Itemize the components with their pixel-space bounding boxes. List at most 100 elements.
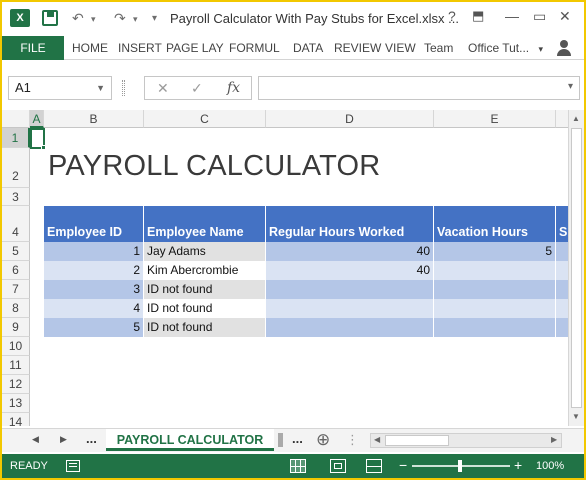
header-vacation-hours[interactable]: Vacation Hours xyxy=(434,206,556,242)
vacation-hours-cell[interactable] xyxy=(434,261,556,280)
add-sheet-icon[interactable]: ⊕ xyxy=(316,430,330,450)
row-header-12[interactable]: 12 xyxy=(2,375,30,394)
select-all-corner[interactable] xyxy=(2,110,30,128)
zoom-out-icon[interactable]: − xyxy=(399,457,407,473)
employee-name-cell[interactable]: ID not found xyxy=(144,299,266,318)
row-header-4[interactable]: 4 xyxy=(2,206,30,242)
zoom-slider-thumb[interactable] xyxy=(458,460,462,472)
employee-id-cell[interactable]: 3 xyxy=(44,280,144,299)
tab-file[interactable]: FILE xyxy=(2,36,64,60)
name-box[interactable]: A1 ▼ xyxy=(8,76,112,100)
close-button[interactable]: ✕ xyxy=(559,8,571,25)
minimize-button[interactable]: — xyxy=(505,8,519,24)
row-header-8[interactable]: 8 xyxy=(2,299,30,318)
undo-icon[interactable]: ↶ xyxy=(72,10,84,27)
zoom-level[interactable]: 100% xyxy=(536,460,564,472)
header-employee-id[interactable]: Employee ID xyxy=(44,206,144,242)
scrollbar-thumb[interactable] xyxy=(571,128,582,408)
column-header-b[interactable]: B xyxy=(44,110,144,128)
employee-id-cell[interactable]: 1 xyxy=(44,242,144,261)
row-header-2[interactable]: 2 xyxy=(2,148,30,188)
macro-recording-icon[interactable] xyxy=(66,460,80,472)
split-handle-icon[interactable]: ⋮ xyxy=(346,432,359,448)
row-header-7[interactable]: 7 xyxy=(2,280,30,299)
column-header-a[interactable]: A xyxy=(30,110,44,128)
page-layout-view-icon[interactable] xyxy=(330,459,346,473)
tab-insert[interactable]: INSERT xyxy=(118,36,162,60)
cancel-icon[interactable]: ✕ xyxy=(157,80,169,97)
horizontal-scrollbar[interactable]: ◀ ▶ xyxy=(370,433,562,448)
scroll-left-icon[interactable]: ◀ xyxy=(374,435,380,444)
regular-hours-cell[interactable] xyxy=(266,318,434,337)
tab-formulas[interactable]: FORMUL xyxy=(229,36,280,60)
tab-review[interactable]: REVIEW xyxy=(334,36,381,60)
vacation-hours-cell[interactable]: 5 xyxy=(434,242,556,261)
column-header-c[interactable]: C xyxy=(144,110,266,128)
tab-data[interactable]: DATA xyxy=(293,36,323,60)
tab-view[interactable]: VIEW xyxy=(385,36,416,60)
expand-formula-bar-icon[interactable]: ▾ xyxy=(568,81,573,92)
zoom-slider[interactable] xyxy=(412,460,510,472)
next-sheet-icon[interactable]: ▶ xyxy=(60,434,67,445)
header-regular-hours[interactable]: Regular Hours Worked xyxy=(266,206,434,242)
row-header-9[interactable]: 9 xyxy=(2,318,30,337)
insert-function-icon[interactable]: fx xyxy=(227,80,240,96)
regular-hours-cell[interactable]: 40 xyxy=(266,242,434,261)
employee-id-cell[interactable]: 5 xyxy=(44,318,144,337)
vacation-hours-cell[interactable] xyxy=(434,299,556,318)
chevron-down-icon[interactable]: ▼ xyxy=(96,77,105,99)
undo-dropdown-icon[interactable]: ▾ xyxy=(91,14,96,25)
row-header-1[interactable]: 1 xyxy=(2,128,30,148)
redo-dropdown-icon[interactable]: ▾ xyxy=(133,14,138,25)
tab-page-layout[interactable]: PAGE LAY xyxy=(166,36,224,60)
formula-bar-grip-icon[interactable] xyxy=(122,80,125,96)
employee-name-cell[interactable]: Kim Abercrombie xyxy=(144,261,266,280)
vacation-hours-cell[interactable] xyxy=(434,318,556,337)
customize-qat-icon[interactable]: ▾ xyxy=(152,13,157,24)
save-icon[interactable] xyxy=(42,10,58,26)
tab-home[interactable]: HOME xyxy=(72,36,108,60)
employee-name-cell[interactable]: Jay Adams xyxy=(144,242,266,261)
sheet-title[interactable]: PAYROLL CALCULATOR xyxy=(48,150,380,183)
person-icon[interactable] xyxy=(554,39,574,57)
tab-team[interactable]: Team xyxy=(424,36,453,60)
row-header-3[interactable]: 3 xyxy=(2,188,30,206)
row-header-14[interactable]: 14 xyxy=(2,413,30,426)
formula-input[interactable]: ▾ xyxy=(258,76,580,100)
regular-hours-cell[interactable] xyxy=(266,299,434,318)
horizontal-scrollbar-thumb[interactable] xyxy=(385,435,449,446)
column-header-e[interactable]: E xyxy=(434,110,556,128)
more-sheets-left[interactable]: ... xyxy=(86,431,97,446)
row-header-5[interactable]: 5 xyxy=(2,242,30,261)
row-header-10[interactable]: 10 xyxy=(2,337,30,356)
zoom-in-icon[interactable]: + xyxy=(514,457,522,473)
restore-button[interactable]: ▭ xyxy=(533,8,546,25)
sheet-tab-payroll-calculator[interactable]: PAYROLL CALCULATOR xyxy=(106,429,274,451)
row-header-6[interactable]: 6 xyxy=(2,261,30,280)
page-break-view-icon[interactable] xyxy=(366,459,382,473)
scroll-right-icon[interactable]: ▶ xyxy=(551,435,557,444)
employee-id-cell[interactable]: 4 xyxy=(44,299,144,318)
vertical-scrollbar[interactable]: ▲ ▼ xyxy=(568,110,584,426)
scroll-down-icon[interactable]: ▼ xyxy=(572,412,580,421)
regular-hours-cell[interactable] xyxy=(266,280,434,299)
scroll-up-icon[interactable]: ▲ xyxy=(572,114,580,123)
header-employee-name[interactable]: Employee Name xyxy=(144,206,266,242)
ribbon-display-options-icon[interactable]: ⬒ xyxy=(472,8,484,24)
employee-id-cell[interactable]: 2 xyxy=(44,261,144,280)
more-sheets-right[interactable]: ... xyxy=(292,431,303,446)
redo-icon[interactable]: ↷ xyxy=(114,10,126,27)
regular-hours-cell[interactable]: 40 xyxy=(266,261,434,280)
row-header-11[interactable]: 11 xyxy=(2,356,30,375)
row-header-13[interactable]: 13 xyxy=(2,394,30,413)
vacation-hours-cell[interactable] xyxy=(434,280,556,299)
employee-name-cell[interactable]: ID not found xyxy=(144,280,266,299)
employee-name-cell[interactable]: ID not found xyxy=(144,318,266,337)
account-menu[interactable]: Office Tut... ▾ xyxy=(468,36,543,61)
help-button[interactable]: ? xyxy=(448,8,456,24)
enter-icon[interactable]: ✓ xyxy=(191,80,203,97)
column-header-d[interactable]: D xyxy=(266,110,434,128)
fill-handle[interactable] xyxy=(41,145,46,150)
normal-view-icon[interactable] xyxy=(290,459,306,473)
prev-sheet-icon[interactable]: ◀ xyxy=(32,434,39,445)
